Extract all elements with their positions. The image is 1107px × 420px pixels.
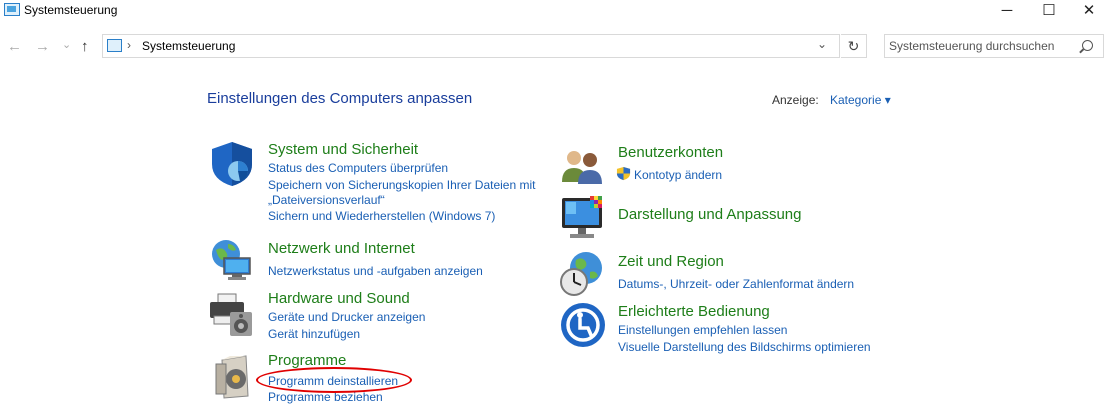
network-globe-icon[interactable] — [208, 236, 256, 284]
category-user-accounts[interactable]: Benutzerkonten — [618, 144, 723, 161]
recent-locations-button[interactable]: ⌄ — [62, 38, 71, 51]
refresh-button[interactable]: ↻ — [841, 34, 867, 58]
control-panel-icon — [4, 3, 20, 16]
monitor-palette-icon[interactable] — [558, 194, 606, 242]
category-system-security[interactable]: System und Sicherheit — [268, 141, 418, 158]
close-button[interactable]: ✕ — [1066, 0, 1107, 24]
link-network-status[interactable]: Netzwerkstatus und -aufgaben anzeigen — [268, 264, 483, 278]
clock-globe-icon[interactable] — [558, 250, 606, 298]
chevron-right-icon: › — [127, 38, 131, 52]
search-box[interactable] — [884, 34, 1104, 58]
shield-icon[interactable] — [208, 140, 256, 188]
link-backup-restore[interactable]: Sichern und Wiederherstellen (Windows 7) — [268, 209, 495, 223]
link-file-history[interactable]: Speichern von Sicherungskopien Ihrer Dat… — [268, 178, 535, 192]
accessibility-icon[interactable] — [560, 302, 606, 348]
highlight-circle — [256, 367, 412, 393]
category-ease-of-access[interactable]: Erleichterte Bedienung — [618, 303, 770, 320]
link-file-history-cont[interactable]: „Dateiversionsverlauf“ — [268, 193, 385, 207]
category-time-region[interactable]: Zeit und Region — [618, 253, 724, 270]
address-bar[interactable]: › Systemsteuerung ⌄ — [102, 34, 840, 58]
page-title: Einstellungen des Computers anpassen — [207, 90, 473, 107]
link-date-time-format[interactable]: Datums-, Uhrzeit- oder Zahlenformat ände… — [618, 277, 854, 291]
title-bar: Systemsteuerung ─ ☐ ✕ — [0, 0, 1107, 24]
uac-shield-icon — [616, 166, 631, 181]
link-add-device[interactable]: Gerät hinzufügen — [268, 327, 360, 341]
category-appearance[interactable]: Darstellung und Anpassung — [618, 206, 801, 223]
up-button[interactable]: ↑ — [81, 38, 89, 55]
chevron-down-icon[interactable]: ⌄ — [817, 37, 827, 51]
link-change-account-type[interactable]: Kontotyp ändern — [634, 168, 722, 182]
navigation-bar: ← → ⌄ ↑ › Systemsteuerung ⌄ ↻ — [0, 32, 1107, 62]
printer-speaker-icon[interactable] — [208, 290, 256, 338]
control-panel-icon — [107, 39, 122, 52]
link-devices-printers[interactable]: Geräte und Drucker anzeigen — [268, 310, 425, 324]
back-button[interactable]: ← — [7, 38, 22, 55]
users-icon[interactable] — [558, 142, 606, 190]
link-recommend-settings[interactable]: Einstellungen empfehlen lassen — [618, 323, 787, 337]
category-hardware-sound[interactable]: Hardware und Sound — [268, 290, 410, 307]
minimize-button[interactable]: ─ — [984, 0, 1030, 24]
search-input[interactable] — [889, 38, 1073, 54]
forward-button[interactable]: → — [35, 38, 50, 55]
link-optimize-display[interactable]: Visuelle Darstellung des Bildschirms opt… — [618, 340, 871, 354]
view-label: Anzeige: — [772, 93, 819, 107]
programs-disc-icon[interactable] — [208, 352, 256, 400]
breadcrumb[interactable]: Systemsteuerung — [142, 39, 235, 53]
category-network-internet[interactable]: Netzwerk und Internet — [268, 240, 415, 257]
window-title: Systemsteuerung — [24, 3, 118, 17]
search-icon[interactable] — [1082, 40, 1093, 51]
view-dropdown[interactable]: Kategorie ▾ — [830, 93, 891, 107]
link-check-status[interactable]: Status des Computers überprüfen — [268, 161, 448, 175]
